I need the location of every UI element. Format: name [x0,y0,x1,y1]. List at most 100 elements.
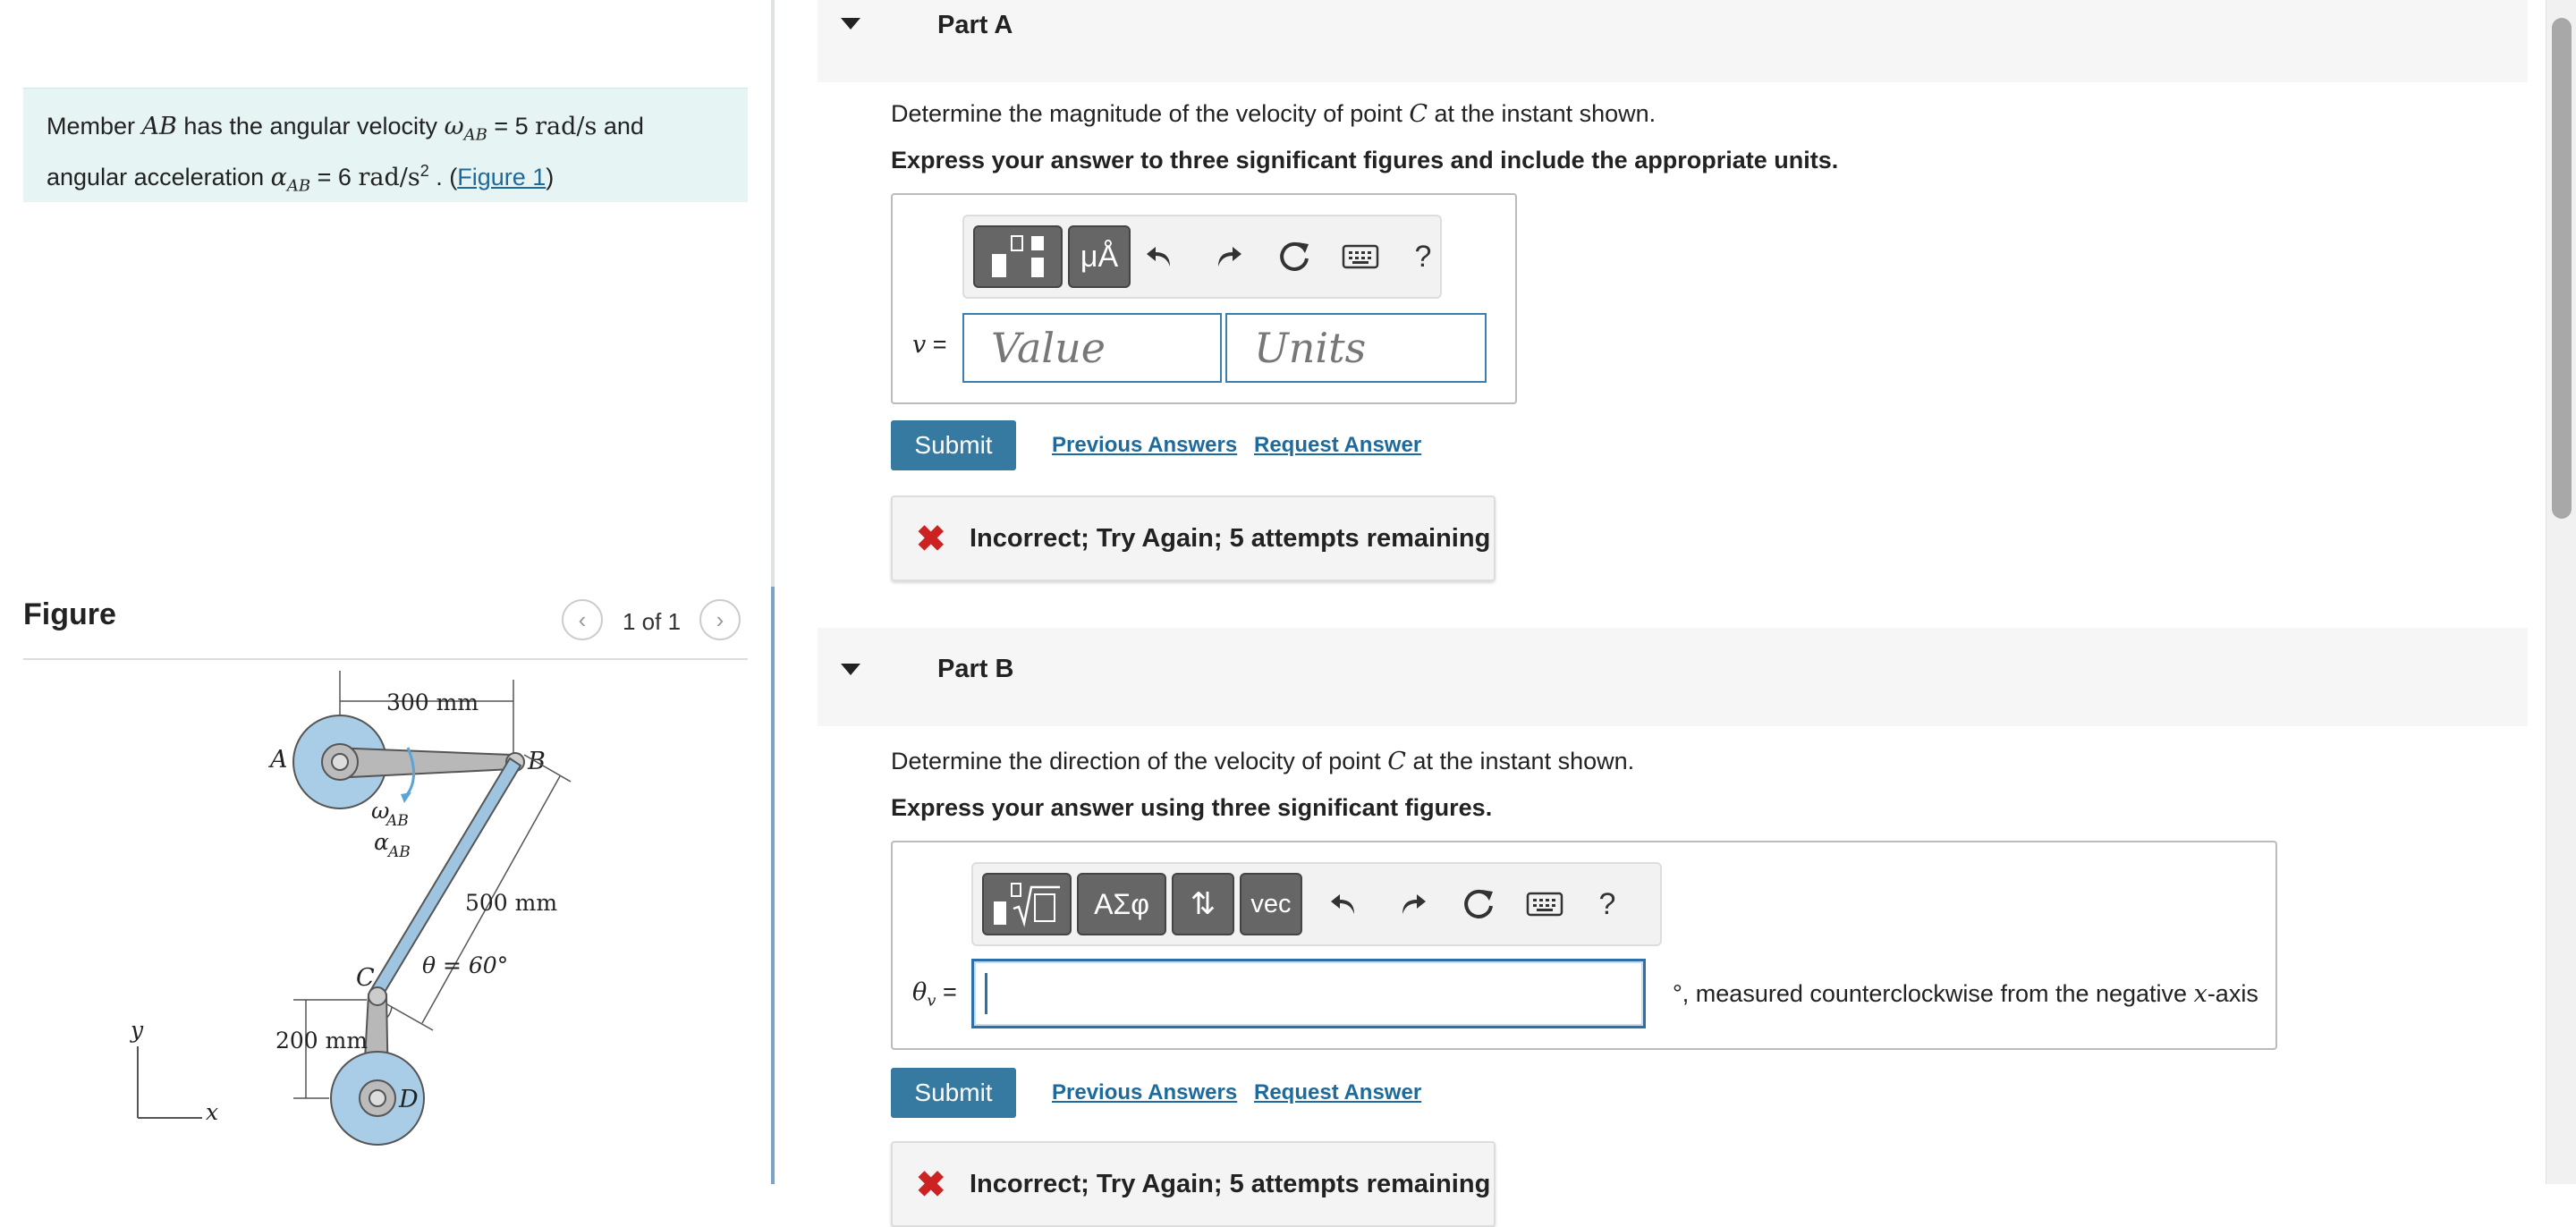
error-x-icon: ✖ [916,520,946,559]
part-b-instruction: Express your answer using three signific… [891,794,1493,821]
problem-text: Member [47,113,142,140]
questions-panel: Part A Determine the magnitude of the ve… [775,0,2546,1227]
page-scrollbar[interactable] [2546,0,2576,1184]
part-a-feedback: ✖ Incorrect; Try Again; 5 attempts remai… [891,495,1496,581]
direction-input[interactable] [971,959,1646,1028]
omega-label-sub: AB [385,812,409,830]
units-tool-button[interactable]: μÅ [1068,225,1131,288]
figure-header: Figure ‹ 1 of 1 › [23,594,748,660]
part-b-request-answer-link[interactable]: Request Answer [1254,1080,1421,1105]
figure-title: Figure [23,597,116,631]
theta-v-label: θv = [912,978,957,1010]
caret-down-icon[interactable] [841,18,860,30]
value-input[interactable]: Value [962,313,1222,383]
subscript-superscript-button[interactable]: ⇅ [1172,873,1234,935]
chevron-right-icon: › [716,605,724,633]
point-var: C [1387,748,1406,775]
undo-icon[interactable] [1324,884,1365,925]
problem-statement: Member AB has the angular velocity ωAB =… [23,88,748,202]
reset-icon[interactable] [1274,236,1315,277]
reset-icon[interactable] [1458,884,1499,925]
label-a: A [267,746,288,774]
next-figure-button[interactable]: › [699,599,741,640]
suffix-text: -axis [2207,980,2258,1007]
alpha-label-sub: AB [386,843,411,861]
x-var: x [2193,980,2207,1008]
part-b-submit-button[interactable]: Submit [891,1068,1016,1118]
keyboard-icon[interactable] [1524,884,1565,925]
part-a-submit-button[interactable]: Submit [891,420,1016,470]
equals-sign: = [926,331,947,358]
problem-panel: Member AB has the angular velocity ωAB =… [0,0,771,1184]
link-ab [332,746,513,780]
alpha-unit: rad/s [358,164,420,192]
part-a-previous-answers-link[interactable]: Previous Answers [1052,433,1237,458]
dim-cd-label: 200 mm [275,1028,368,1054]
part-b-title[interactable]: Part B [937,655,1013,684]
prev-figure-button[interactable]: ‹ [562,599,603,640]
part-a-request-answer-link[interactable]: Request Answer [1254,433,1421,458]
dim-ab-label: 300 mm [386,690,479,715]
chevron-left-icon: ‹ [578,605,587,633]
part-b-answer-box: ΑΣφ ⇅ vec ? θv = °, measured countercloc… [891,841,2277,1050]
sqrt-template-icon [994,883,1060,927]
redo-icon[interactable] [1392,884,1433,925]
problem-text: ) [546,164,555,191]
member-label: AB [141,113,177,140]
part-a-question: Determine the magnitude of the velocity … [891,100,1656,128]
help-icon[interactable]: ? [1402,236,1444,277]
label-d: D [398,1086,419,1113]
caret-down-icon[interactable] [841,664,860,675]
part-b-feedback: ✖ Incorrect; Try Again; 5 attempts remai… [891,1141,1496,1227]
alpha-value: = 6 [310,164,359,191]
undo-icon[interactable] [1140,236,1181,277]
part-b-question: Determine the direction of the velocity … [891,748,1634,775]
part-a-header[interactable]: Part A [818,0,2528,82]
point-var: C [1409,100,1428,128]
v-var: v [912,331,927,359]
equals-sign: = [936,978,957,1005]
x-axis-label: x [206,1099,218,1125]
feedback-message: Incorrect; Try Again; 5 attempts remaini… [970,524,1491,553]
figure-pager: 1 of 1 [623,608,682,635]
templates-icon [992,235,1044,277]
greek-symbols-button[interactable]: ΑΣφ [1077,873,1166,935]
math-toolbar: μÅ ? [962,215,1442,299]
scrollbar-thumb[interactable] [2552,18,2572,519]
mechanism-figure: 300 mm A B ω AB α AB 500 mm θ = 60° C [130,671,572,1146]
vector-button[interactable]: vec [1240,873,1302,935]
alpha-unit-exponent: 2 [419,162,429,181]
feedback-message: Incorrect; Try Again; 5 attempts remaini… [970,1170,1491,1198]
math-toolbar: ΑΣφ ⇅ vec ? [971,862,1662,946]
figure-link[interactable]: Figure 1 [457,164,546,190]
part-a-answer-box: μÅ ? v = Value Units [891,193,1517,404]
problem-text: has the angular velocity [176,113,445,140]
templates-button[interactable] [973,225,1063,288]
help-icon[interactable]: ? [1587,884,1628,925]
label-c: C [356,964,375,992]
templates-sqrt-button[interactable] [982,873,1072,935]
omega-value: = 5 [487,113,536,140]
question-text: Determine the direction of the velocity … [891,748,1388,774]
problem-text: . ( [428,164,458,191]
error-x-icon: ✖ [916,1165,946,1205]
question-text: Determine the magnitude of the velocity … [891,100,1410,127]
text-cursor [985,973,987,1014]
theta-label: θ = 60° [422,952,508,978]
keyboard-icon[interactable] [1340,236,1381,277]
part-a-title[interactable]: Part A [937,11,1013,40]
omega-subscript: AB [463,125,487,145]
direction-suffix: °, measured counterclockwise from the ne… [1673,980,2258,1008]
dim-bc-label: 500 mm [465,890,557,916]
alpha-subscript: AB [286,176,311,196]
part-b-previous-answers-link[interactable]: Previous Answers [1052,1080,1237,1105]
theta-var: θ [912,978,928,1006]
question-text: at the instant shown. [1428,100,1657,127]
y-axis-label: y [130,1017,144,1043]
alpha-label: α [374,829,389,855]
part-a-instruction: Express your answer to three significant… [891,147,1839,173]
units-input[interactable]: Units [1225,313,1487,383]
redo-icon[interactable] [1208,236,1249,277]
part-b-header[interactable]: Part B [818,628,2528,726]
theta-subscript: v [927,991,936,1011]
